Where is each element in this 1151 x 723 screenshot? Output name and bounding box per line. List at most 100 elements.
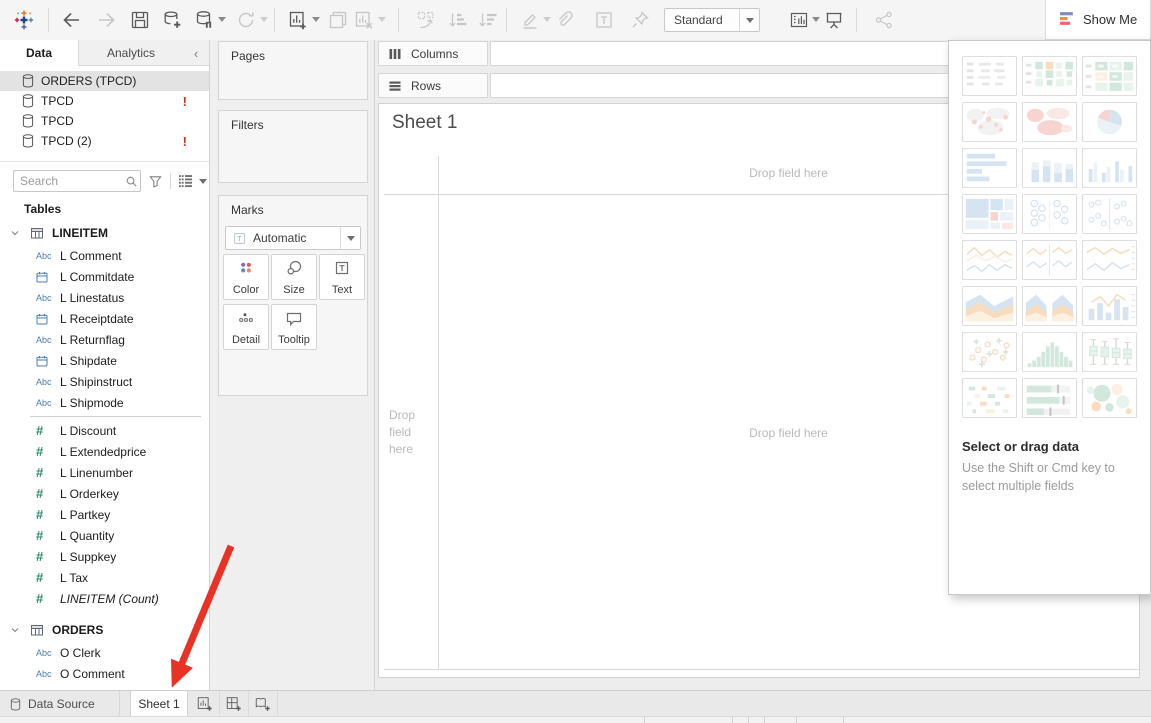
showme-stacked-bars[interactable]: [1022, 148, 1077, 188]
showme-treemap[interactable]: [962, 194, 1017, 234]
field-item[interactable]: #L Quantity: [0, 525, 209, 546]
field-item[interactable]: AbcL Comment: [0, 245, 209, 266]
new-story-tab-button[interactable]: [249, 691, 278, 717]
field-item[interactable]: #L Orderkey: [0, 483, 209, 504]
showme-text-table[interactable]: [962, 56, 1017, 96]
data-source-item[interactable]: TPCD: [0, 111, 209, 131]
field-item[interactable]: #L Discount: [0, 420, 209, 441]
showme-lines-discrete[interactable]: [1022, 240, 1077, 280]
run-update-button[interactable]: [234, 8, 258, 32]
showme-box-and-whisker[interactable]: [1082, 332, 1137, 372]
pause-auto-updates-button[interactable]: [192, 8, 216, 32]
field-item[interactable]: #L Linenumber: [0, 462, 209, 483]
showme-dual-lines[interactable]: [1082, 240, 1137, 280]
show-mark-labels-button[interactable]: [592, 8, 616, 32]
clear-sheet-button-caret-icon[interactable]: [378, 17, 386, 22]
mark-tooltip-button[interactable]: Tooltip: [271, 304, 317, 350]
drop-zone-rows[interactable]: Drop field here: [389, 407, 431, 458]
search-input[interactable]: [14, 174, 122, 188]
field-item[interactable]: AbcO Clerk: [0, 642, 209, 663]
show-hide-cards-button-caret-icon[interactable]: [812, 17, 820, 22]
table-header-lineitem[interactable]: LINEITEM: [0, 221, 209, 245]
new-worksheet-button-caret-icon[interactable]: [312, 17, 320, 22]
field-item[interactable]: AbcL Linestatus: [0, 287, 209, 308]
field-item[interactable]: #L Tax: [0, 567, 209, 588]
field-item[interactable]: #L Extendedprice: [0, 441, 209, 462]
fit-selector[interactable]: Standard: [664, 8, 760, 32]
new-worksheet-button[interactable]: [286, 8, 310, 32]
mark-detail-button[interactable]: Detail: [223, 304, 269, 350]
view-options-icon[interactable]: [178, 174, 193, 188]
showme-circle-views[interactable]: [1022, 194, 1077, 234]
showme-lines-continuous[interactable]: [962, 240, 1017, 280]
showme-side-by-side-bars[interactable]: [1082, 148, 1137, 188]
field-item[interactable]: #LINEITEM (Count): [0, 588, 209, 609]
showme-filled-map[interactable]: [1022, 102, 1077, 142]
sort-ascending-button[interactable]: [446, 8, 470, 32]
new-dashboard-tab-button[interactable]: [220, 691, 249, 717]
showme-symbol-map[interactable]: [962, 102, 1017, 142]
field-item[interactable]: L Shipdate: [0, 350, 209, 371]
field-item[interactable]: #L Partkey: [0, 504, 209, 525]
mark-color-button[interactable]: Color: [223, 254, 269, 300]
data-source-item[interactable]: ORDERS (TPCD): [0, 71, 209, 91]
fit-selector-caret-icon[interactable]: [739, 9, 759, 31]
redo-button[interactable]: [94, 8, 118, 32]
highlight-button[interactable]: [518, 8, 542, 32]
showme-gantt[interactable]: [962, 378, 1017, 418]
highlight-button-caret-icon[interactable]: [543, 17, 551, 22]
showme-pie-chart[interactable]: [1082, 102, 1137, 142]
view-options-caret-icon[interactable]: [199, 179, 207, 184]
data-source-item[interactable]: TPCD (2)!: [0, 131, 209, 151]
save-button[interactable]: [128, 8, 152, 32]
showme-side-by-side-circles[interactable]: [1082, 194, 1137, 234]
show-me-button[interactable]: Show Me: [1045, 0, 1151, 40]
field-item[interactable]: #L Suppkey: [0, 546, 209, 567]
sort-descending-button[interactable]: [476, 8, 500, 32]
table-header-orders[interactable]: ORDERS: [0, 618, 209, 642]
filters-shelf[interactable]: Filters: [218, 110, 368, 183]
showme-heat-map[interactable]: [1082, 56, 1137, 96]
mark-type-dropdown[interactable]: Automatic: [225, 226, 361, 250]
showme-histogram[interactable]: [1022, 332, 1077, 372]
data-source-tab[interactable]: Data Source: [0, 691, 120, 717]
group-members-button[interactable]: [552, 8, 576, 32]
field-item[interactable]: AbcL Returnflag: [0, 329, 209, 350]
data-source-item[interactable]: TPCD!: [0, 91, 209, 111]
presentation-mode-button[interactable]: [822, 8, 846, 32]
pages-shelf[interactable]: Pages: [218, 41, 368, 100]
field-item[interactable]: AbcL Shipinstruct: [0, 371, 209, 392]
field-item[interactable]: L Receiptdate: [0, 308, 209, 329]
show-hide-cards-button[interactable]: [787, 8, 811, 32]
swap-rows-columns-button[interactable]: [414, 8, 438, 32]
collapse-pane-icon[interactable]: ‹: [183, 40, 209, 66]
run-update-button-caret-icon[interactable]: [260, 17, 268, 22]
showme-dual-combination[interactable]: [1082, 286, 1137, 326]
mark-text-button[interactable]: Text: [319, 254, 365, 300]
showme-area-continuous[interactable]: [962, 286, 1017, 326]
field-item[interactable]: AbcO Comment: [0, 663, 209, 684]
field-item[interactable]: L Commitdate: [0, 266, 209, 287]
pause-auto-updates-button-caret-icon[interactable]: [218, 17, 226, 22]
mark-size-button[interactable]: Size: [271, 254, 317, 300]
showme-bullet-graph[interactable]: [1022, 378, 1077, 418]
showme-highlight-table[interactable]: [1022, 56, 1077, 96]
sheet-tab-sheet1[interactable]: Sheet 1: [130, 691, 188, 717]
showme-scatter-plot[interactable]: [962, 332, 1017, 372]
share-workbook-button[interactable]: [872, 8, 896, 32]
tab-analytics[interactable]: Analytics: [79, 40, 183, 66]
showme-packed-bubbles[interactable]: [1082, 378, 1137, 418]
mark-type-caret-icon[interactable]: [340, 227, 360, 249]
showme-horizontal-bars[interactable]: [962, 148, 1017, 188]
chevron-down-icon[interactable]: [10, 228, 22, 238]
filter-fields-icon[interactable]: [148, 174, 163, 189]
clear-sheet-button[interactable]: [352, 8, 376, 32]
duplicate-button[interactable]: [326, 8, 350, 32]
chevron-down-icon[interactable]: [10, 625, 22, 635]
field-item[interactable]: AbcL Shipmode: [0, 392, 209, 413]
undo-button[interactable]: [60, 8, 84, 32]
tab-data[interactable]: Data: [0, 40, 79, 66]
showme-area-discrete[interactable]: [1022, 286, 1077, 326]
new-data-source-button[interactable]: [160, 8, 184, 32]
new-worksheet-tab-button[interactable]: [191, 691, 220, 717]
